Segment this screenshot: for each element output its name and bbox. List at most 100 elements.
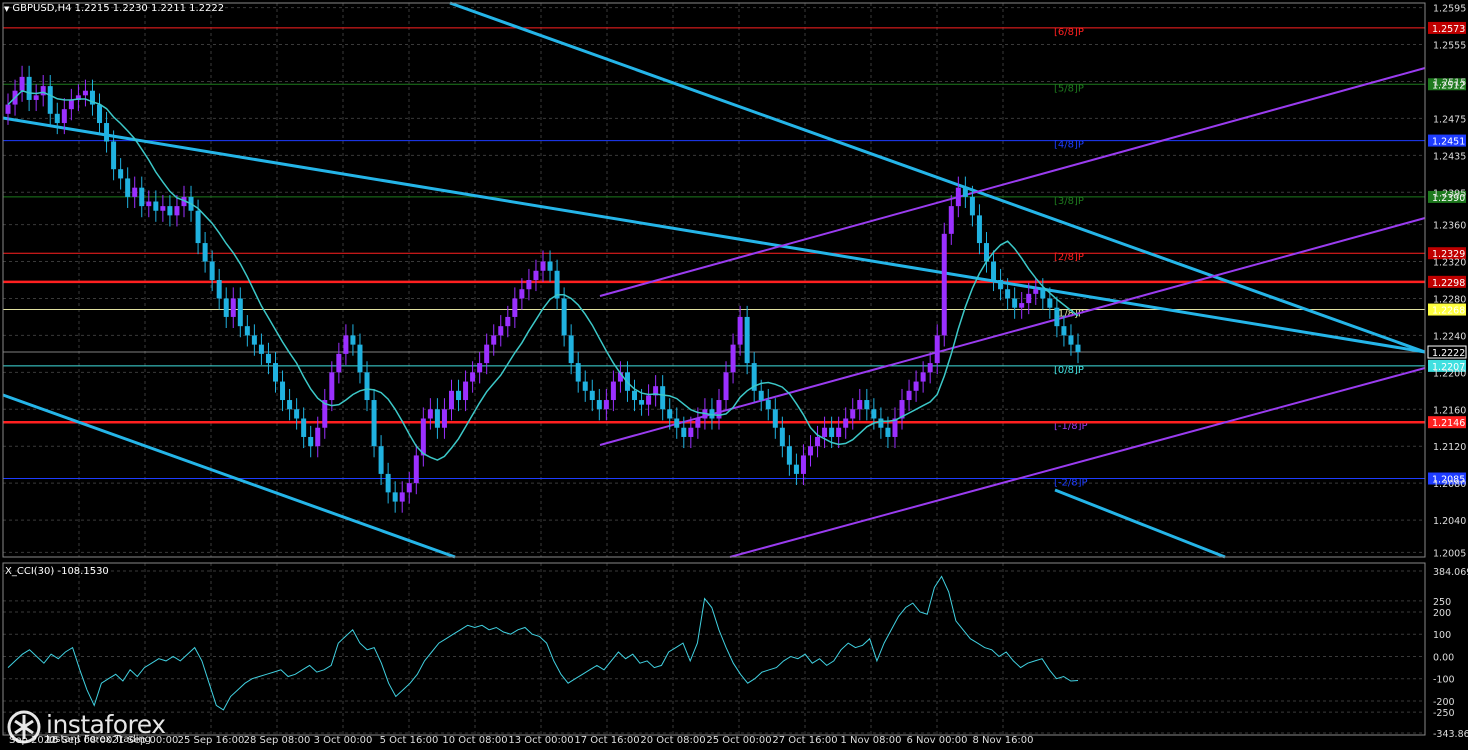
candle-body — [97, 104, 103, 124]
candle-body — [364, 372, 370, 401]
chart-title: ▼ GBPUSD,H4 1.2215 1.2230 1.2211 1.2222 — [4, 3, 224, 14]
candle-body — [456, 390, 462, 401]
candle-body — [941, 233, 947, 336]
murray-label: [2/8]P — [1054, 252, 1084, 263]
murray-label: [5/8]P — [1054, 83, 1084, 94]
candle-body — [850, 409, 856, 419]
candle-body — [301, 418, 307, 437]
dropdown-triangle-icon[interactable]: ▼ — [4, 5, 9, 13]
candle-body — [540, 261, 546, 271]
candle-body — [906, 390, 912, 401]
x-tick-label: 25 Oct 00:00 — [706, 735, 771, 746]
candle-body — [61, 109, 67, 124]
y-tick-label: 1.2555 — [1433, 41, 1466, 52]
murray-price-label: 1.2451 — [1432, 137, 1465, 148]
candle-body — [350, 335, 356, 345]
candle-body — [575, 363, 581, 382]
candle-body — [589, 390, 595, 401]
candle-body — [927, 363, 933, 373]
y-tick-label: 1.2160 — [1433, 405, 1466, 416]
candle-body — [343, 335, 349, 354]
candle-body — [1054, 307, 1060, 327]
x-tick-label: 10 Oct 08:00 — [442, 735, 507, 746]
y-tick-label: 1.2360 — [1433, 221, 1466, 232]
y-tick-label: 1.2040 — [1433, 516, 1466, 527]
y-tick-label: 1.2475 — [1433, 114, 1466, 125]
murray-label: [0/8]P — [1054, 365, 1084, 376]
candle-body — [216, 280, 222, 299]
candle-body — [441, 409, 447, 428]
candle-body — [139, 187, 145, 207]
chart-background — [0, 0, 1468, 750]
candle-body — [829, 427, 835, 437]
candle-body — [533, 270, 539, 280]
candle-body — [885, 427, 891, 437]
murray-price-label: 1.2268 — [1432, 306, 1465, 317]
candle-body — [1012, 298, 1018, 308]
candle-body — [406, 483, 412, 493]
candle-body — [251, 335, 257, 345]
candle-body — [765, 400, 771, 410]
instaforex-logo-icon — [7, 710, 41, 744]
indicator-title: X_CCI(30) -108.1530 — [5, 566, 109, 577]
candle-body — [357, 344, 363, 373]
x-tick-label: 3 Oct 00:00 — [314, 735, 373, 746]
candle-body — [68, 99, 74, 110]
candle-body — [976, 215, 982, 244]
y-tick-label: 1.2280 — [1433, 294, 1466, 305]
candle-body — [561, 298, 567, 336]
candle-body — [674, 418, 680, 428]
candle-body — [744, 316, 750, 364]
candle-body — [209, 261, 215, 280]
x-tick-label: 28 Sep 08:00 — [244, 735, 311, 746]
candle-body — [448, 390, 454, 410]
cci-tick-label: 384.0699 — [1433, 567, 1468, 578]
candle-body — [484, 344, 490, 364]
candle-body — [336, 353, 342, 373]
candle-body — [793, 464, 799, 474]
murray-label: [6/8]P — [1054, 27, 1084, 38]
candle-body — [82, 90, 88, 96]
candle-body — [258, 344, 264, 354]
murray-label: [-2/8]P — [1054, 478, 1088, 489]
candle-body — [491, 335, 497, 345]
candle-body — [167, 206, 173, 216]
candle-body — [737, 316, 743, 345]
y-tick-label: 1.2080 — [1433, 479, 1466, 490]
candle-body — [639, 400, 645, 405]
candle-body — [118, 169, 124, 179]
candle-body — [667, 409, 673, 419]
cci-tick-label: 200 — [1433, 608, 1451, 619]
candle-body — [836, 427, 842, 437]
candle-body — [399, 492, 405, 502]
y-tick-label: 1.2515 — [1433, 77, 1466, 88]
candle-body — [329, 372, 335, 401]
y-tick-label: 1.2240 — [1433, 331, 1466, 342]
candle-body — [857, 400, 863, 410]
chart-canvas: [6/8]P 1.2573[5/8]P 1.2512[4/8]P 1.2451[3/8… — [0, 0, 1468, 750]
candle-body — [948, 206, 954, 234]
candle-body — [153, 201, 159, 211]
hline-price-label: 1.2298 — [1432, 278, 1465, 289]
x-tick-label: 20 Oct 08:00 — [640, 735, 705, 746]
candle-body — [688, 427, 694, 437]
candle-body — [223, 298, 229, 317]
candle-body — [871, 409, 877, 419]
candle-body — [54, 113, 60, 124]
candle-body — [695, 418, 701, 428]
y-tick-label: 1.2200 — [1433, 368, 1466, 379]
candle-body — [660, 386, 666, 410]
candle-body — [434, 409, 440, 428]
logo-tagline: Instant Forex Trading — [46, 734, 152, 745]
candle-body — [772, 409, 778, 428]
candle-body — [40, 86, 46, 96]
x-tick-label: 27 Oct 16:00 — [772, 735, 837, 746]
candle-body — [512, 298, 518, 317]
murray-price-label: 1.2573 — [1432, 24, 1465, 35]
murray-price-label: 1.2146 — [1432, 418, 1465, 429]
cci-tick-label: -100 — [1433, 675, 1455, 686]
candle-body — [920, 372, 926, 382]
candle-body — [273, 363, 278, 382]
candle-body — [1033, 289, 1039, 294]
candle-body — [498, 326, 504, 336]
